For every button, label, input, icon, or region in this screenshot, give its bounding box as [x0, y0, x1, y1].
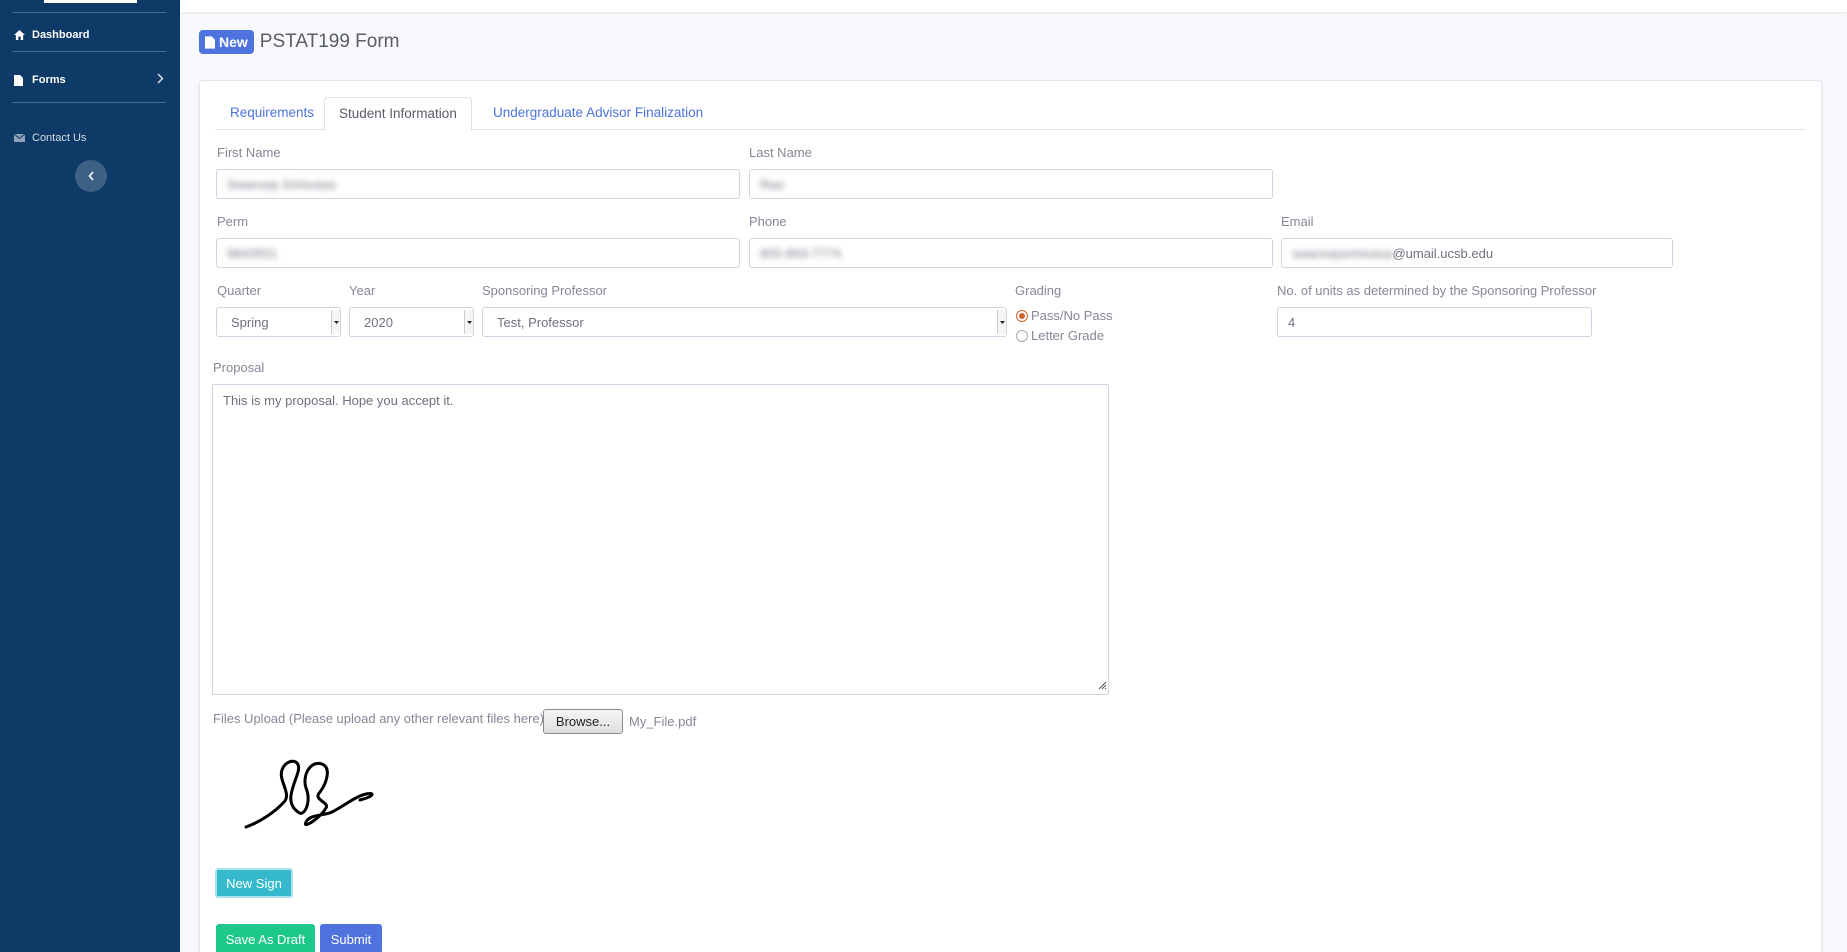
email-value-domain: @umail.ucsb.edu — [1392, 245, 1494, 261]
year-value: 2020 — [364, 314, 393, 330]
sidebar-divider — [12, 102, 166, 103]
proposal-label: Proposal — [213, 360, 265, 375]
tab-requirements[interactable]: Requirements — [216, 97, 328, 130]
last-name-value: Rao — [760, 176, 784, 192]
grading-letter-label: Letter Grade — [1031, 328, 1104, 343]
tab-student-information[interactable]: Student Information — [324, 97, 472, 131]
dropdown-arrow-icon — [464, 310, 473, 334]
last-name-field[interactable]: Rao — [749, 169, 1273, 199]
dropdown-arrow-icon — [331, 310, 340, 334]
chevron-left-icon — [87, 169, 95, 184]
new-badge: New — [199, 30, 254, 54]
first-name-label: First Name — [217, 145, 281, 160]
dropdown-arrow-icon — [997, 310, 1006, 334]
grading-label: Grading — [1015, 283, 1062, 298]
files-upload-label: Files Upload (Please upload any other re… — [213, 711, 552, 726]
save-draft-button[interactable]: Save As Draft — [216, 924, 315, 952]
sidebar-divider — [12, 51, 166, 52]
resize-handle-icon[interactable] — [1097, 678, 1107, 693]
email-value-hidden: swaroopsrinivasa — [1292, 245, 1393, 261]
email-label: Email — [1281, 214, 1314, 229]
new-sign-button[interactable]: New Sign — [215, 868, 293, 898]
units-label: No. of units as determined by the Sponso… — [1277, 283, 1597, 298]
perm-field[interactable]: 9843551 — [216, 238, 740, 268]
sidebar-item-dashboard[interactable]: Dashboard — [14, 25, 168, 45]
sidebar: Dashboard Forms Contact Us — [0, 0, 180, 952]
envelope-icon — [14, 134, 28, 142]
first-name-field[interactable]: Swaroop Srinivasa — [216, 169, 740, 199]
page-title: PSTAT199 Form — [259, 31, 400, 52]
quarter-value: Spring — [231, 314, 269, 330]
units-value: 4 — [1288, 314, 1296, 330]
browse-button[interactable]: Browse... — [543, 709, 623, 734]
sidebar-divider — [12, 12, 166, 13]
professor-select[interactable]: Test, Professor — [482, 307, 1007, 337]
chevron-right-icon — [157, 73, 164, 87]
year-label: Year — [349, 283, 376, 298]
signature-pad[interactable] — [240, 750, 395, 840]
sidebar-item-label: Forms — [32, 74, 66, 86]
sidebar-toggle-button[interactable] — [75, 160, 107, 192]
page-heading: New PSTAT199 Form — [199, 30, 400, 54]
tab-advisor-finalization[interactable]: Undergraduate Advisor Finalization — [479, 97, 717, 130]
professor-value: Test, Professor — [497, 314, 584, 330]
perm-value: 9843551 — [227, 245, 278, 261]
file-icon — [14, 74, 28, 86]
sidebar-item-label: Dashboard — [32, 29, 90, 41]
units-field[interactable]: 4 — [1277, 307, 1592, 337]
phone-field[interactable]: 805-893-7774 — [749, 238, 1273, 268]
year-select[interactable]: 2020 — [349, 307, 474, 337]
grading-letter-radio[interactable]: Letter Grade — [1016, 328, 1104, 343]
sidebar-item-label: Contact Us — [32, 132, 87, 144]
brand-bar — [44, 0, 137, 3]
last-name-label: Last Name — [749, 145, 812, 160]
radio-checked-icon — [1016, 309, 1028, 322]
proposal-value: This is my proposal. Hope you accept it. — [223, 393, 454, 408]
sidebar-item-contact[interactable]: Contact Us — [14, 128, 168, 148]
email-field[interactable]: swaroopsrinivasa @umail.ucsb.edu — [1281, 238, 1673, 268]
proposal-textarea[interactable]: This is my proposal. Hope you accept it. — [212, 384, 1109, 695]
sidebar-item-forms[interactable]: Forms — [14, 70, 168, 90]
professor-label: Sponsoring Professor — [482, 283, 608, 298]
quarter-label: Quarter — [217, 283, 262, 298]
phone-value: 805-893-7774 — [760, 245, 841, 261]
radio-unchecked-icon — [1016, 329, 1028, 342]
perm-label: Perm — [217, 214, 249, 229]
first-name-value: Swaroop Srinivasa — [227, 176, 336, 192]
file-icon — [205, 35, 215, 49]
grading-pass-label: Pass/No Pass — [1031, 308, 1113, 323]
quarter-select[interactable]: Spring — [216, 307, 341, 337]
tab-bar: Requirements Student Information Undergr… — [215, 97, 1805, 131]
submit-button[interactable]: Submit — [320, 924, 382, 952]
grading-pass-radio[interactable]: Pass/No Pass — [1016, 308, 1113, 323]
uploaded-filename: My_File.pdf — [629, 714, 697, 729]
phone-label: Phone — [749, 214, 787, 229]
topbar — [180, 0, 1847, 12]
home-icon — [14, 30, 28, 40]
new-badge-label: New — [219, 34, 248, 50]
